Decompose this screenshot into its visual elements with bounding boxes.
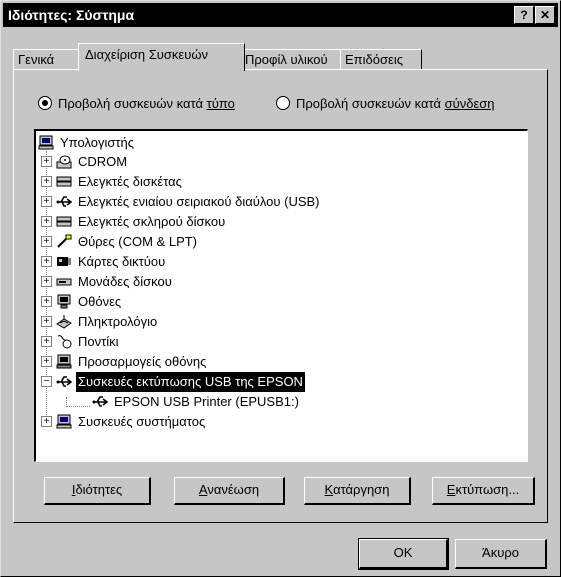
refresh-button[interactable]: Ανανέωση bbox=[174, 477, 285, 505]
tree-item-label: Ελεγκτές δισκέτας bbox=[78, 174, 182, 189]
help-icon: ? bbox=[520, 8, 528, 22]
ok-button[interactable]: OK bbox=[358, 538, 449, 570]
tab-hardware-profiles[interactable]: Προφίλ υλικού bbox=[240, 49, 345, 70]
help-button[interactable]: ? bbox=[514, 6, 534, 24]
properties-label: διότητες bbox=[75, 482, 123, 497]
remove-button[interactable]: Κατάργηση bbox=[304, 477, 411, 505]
expand-icon[interactable]: + bbox=[41, 276, 52, 287]
tree-item-label: Συσκευές εκτύπωσης USB της EPSON bbox=[76, 372, 305, 392]
expand-icon[interactable]: + bbox=[41, 216, 52, 227]
tab-general[interactable]: Γενικά bbox=[13, 49, 83, 70]
expand-icon[interactable]: + bbox=[41, 416, 52, 427]
expand-icon[interactable]: + bbox=[41, 356, 52, 367]
expand-icon[interactable]: + bbox=[41, 336, 52, 347]
tree-item-label: EPSON USB Printer (EPUSB1:) bbox=[114, 394, 299, 409]
port-icon bbox=[57, 234, 72, 248]
tree-item-label: CDROM bbox=[78, 154, 128, 169]
properties-button[interactable]: Ιδιότητες bbox=[44, 477, 151, 505]
display-adapter-icon bbox=[56, 354, 72, 369]
disk-controller-icon bbox=[56, 176, 72, 187]
system-properties-window: Ιδιότητες: Σύστημα ? ✕ Γενικά Διαχείριση… bbox=[0, 0, 561, 577]
print-label: κτύπωση... bbox=[455, 482, 520, 497]
view-by-type-radio[interactable] bbox=[38, 96, 52, 110]
print-button[interactable]: Εκτύπωση... bbox=[432, 477, 535, 505]
expand-icon[interactable]: + bbox=[41, 256, 52, 267]
device-manager-panel: Προβολή συσκευών κατά τύπο Προβολή συσκε… bbox=[13, 69, 548, 523]
view-by-connection-radio[interactable] bbox=[276, 96, 290, 110]
window-title: Ιδιότητες: Σύστημα bbox=[8, 7, 135, 23]
tree-item-label: Συσκευές συστήματος bbox=[78, 414, 206, 429]
usb-icon bbox=[92, 396, 108, 407]
collapse-icon[interactable]: − bbox=[41, 376, 52, 387]
disk-controller-icon bbox=[56, 216, 72, 227]
tab-performance[interactable]: Επιδόσεις bbox=[340, 49, 422, 70]
refresh-label: νανέωση bbox=[207, 482, 260, 497]
tree-item-label: Θύρες (COM & LPT) bbox=[78, 234, 198, 249]
tree-item-label: Ελεγκτές ενιαίου σειριακού διαύλου (USB) bbox=[78, 194, 320, 209]
tree-item-label: Οθόνες bbox=[78, 294, 122, 309]
expand-icon[interactable]: + bbox=[41, 196, 52, 207]
view-by-type-label: Προβολή συσκευών κατά bbox=[58, 96, 207, 111]
tree-item-label: Ποντίκι bbox=[78, 334, 119, 349]
expand-icon[interactable]: + bbox=[41, 296, 52, 307]
title-bar[interactable]: Ιδιότητες: Σύστημα ? ✕ bbox=[3, 3, 558, 27]
tab-device-manager[interactable]: Διαχείριση Συσκευών bbox=[78, 43, 245, 71]
tree-root-label: Υπολογιστής bbox=[60, 135, 135, 150]
view-by-type-accel: τύπο bbox=[206, 96, 235, 111]
view-by-type-option[interactable]: Προβολή συσκευών κατά τύπο bbox=[38, 96, 235, 111]
remove-accel: Κ bbox=[324, 482, 334, 497]
remove-label: ατάργηση bbox=[333, 482, 390, 497]
cdrom-icon bbox=[56, 155, 72, 169]
device-tree[interactable]: Υπολογιστής + CDROM + Ελεγκτές δισκέτας … bbox=[34, 129, 528, 462]
mouse-icon bbox=[57, 335, 72, 349]
computer-icon bbox=[56, 414, 72, 429]
expand-icon[interactable]: + bbox=[41, 156, 52, 167]
view-by-connection-label: Προβολή συσκευών κατά bbox=[296, 96, 445, 111]
tree-item-label: Προσαρμογείς οθόνης bbox=[78, 354, 207, 369]
expand-icon[interactable]: + bbox=[41, 236, 52, 247]
computer-icon bbox=[38, 135, 54, 150]
usb-icon bbox=[56, 376, 72, 387]
tree-item-label: Ελεγκτές σκληρού δίσκου bbox=[78, 214, 226, 229]
keyboard-icon bbox=[56, 315, 72, 329]
network-card-icon bbox=[57, 257, 71, 266]
tree-item-label: Μονάδες δίσκου bbox=[78, 274, 172, 289]
tree-item-label: Πληκτρολόγιο bbox=[78, 314, 158, 329]
view-by-connection-accel: σύνδεση bbox=[444, 96, 495, 111]
usb-icon bbox=[56, 196, 72, 207]
view-by-connection-option[interactable]: Προβολή συσκευών κατά σύνδεση bbox=[276, 96, 495, 111]
cancel-button[interactable]: Άκυρο bbox=[455, 539, 547, 569]
expand-icon[interactable]: + bbox=[41, 316, 52, 327]
close-button[interactable]: ✕ bbox=[535, 6, 555, 24]
tree-item-label: Κάρτες δικτύου bbox=[78, 254, 166, 269]
expand-icon[interactable]: + bbox=[41, 176, 52, 187]
close-icon: ✕ bbox=[539, 8, 551, 22]
monitor-icon bbox=[57, 294, 71, 309]
disk-drive-icon bbox=[56, 278, 72, 286]
tree-connector bbox=[66, 406, 90, 407]
